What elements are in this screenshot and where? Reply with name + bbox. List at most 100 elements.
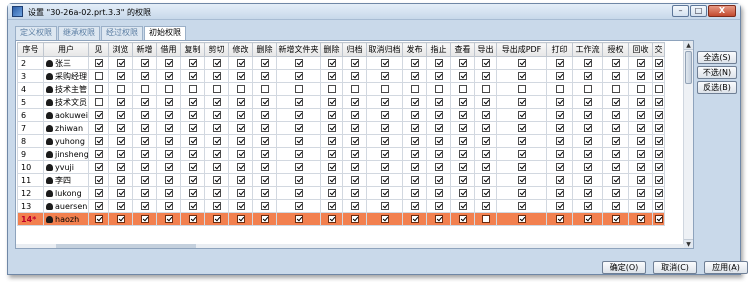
permission-checkbox[interactable] [164,59,173,67]
permission-checkbox[interactable] [94,202,103,210]
permission-checkbox[interactable] [458,85,467,93]
permission-checkbox[interactable] [260,124,269,132]
permission-checkbox[interactable] [583,150,592,158]
permission-checkbox[interactable] [294,202,303,210]
permission-checkbox[interactable] [236,137,245,145]
permission-checkbox[interactable] [555,189,564,197]
permission-checkbox[interactable] [188,98,197,106]
permission-checkbox[interactable] [188,72,197,80]
permission-checkbox[interactable] [94,85,103,93]
permission-checkbox[interactable] [410,163,419,171]
permission-checkbox[interactable] [458,72,467,80]
permission-checkbox[interactable] [188,202,197,210]
permission-checkbox[interactable] [434,72,443,80]
permission-checkbox[interactable] [164,163,173,171]
permission-checkbox[interactable] [611,85,620,93]
vertical-scroll-thumb[interactable] [685,51,692,84]
column-header[interactable]: 交 [652,42,665,57]
table-row[interactable]: 10 yvuji [17,160,665,174]
permission-checkbox[interactable] [188,59,197,67]
permission-checkbox[interactable] [327,72,336,80]
column-header[interactable]: 复制 [180,42,205,57]
permission-checkbox[interactable] [410,202,419,210]
permission-checkbox[interactable] [140,202,149,210]
permission-checkbox[interactable] [654,202,663,210]
tab-passed-permissions[interactable]: 经过权限 [101,26,143,40]
permission-checkbox[interactable] [434,59,443,67]
permission-checkbox[interactable] [636,215,645,223]
permission-checkbox[interactable] [94,98,103,106]
permission-checkbox[interactable] [555,85,564,93]
permission-checkbox[interactable] [116,85,125,93]
permission-checkbox[interactable] [188,85,197,93]
permission-checkbox[interactable] [555,111,564,119]
permission-checkbox[interactable] [164,111,173,119]
permission-checkbox[interactable] [481,59,490,67]
permission-checkbox[interactable] [583,98,592,106]
permission-checkbox[interactable] [188,150,197,158]
permission-checkbox[interactable] [164,189,173,197]
permission-checkbox[interactable] [611,59,620,67]
permission-checkbox[interactable] [458,137,467,145]
permission-checkbox[interactable] [636,137,645,145]
permission-checkbox[interactable] [611,98,620,106]
permission-checkbox[interactable] [517,202,526,210]
permission-checkbox[interactable] [654,111,663,119]
permission-checkbox[interactable] [212,124,221,132]
permission-checkbox[interactable] [458,215,467,223]
permission-checkbox[interactable] [327,111,336,119]
permission-checkbox[interactable] [294,137,303,145]
permission-checkbox[interactable] [583,189,592,197]
permission-checkbox[interactable] [654,85,663,93]
permission-checkbox[interactable] [236,111,245,119]
permission-checkbox[interactable] [458,176,467,184]
permission-checkbox[interactable] [350,124,359,132]
permission-checkbox[interactable] [260,189,269,197]
permission-checkbox[interactable] [260,98,269,106]
permission-checkbox[interactable] [236,85,245,93]
permission-checkbox[interactable] [555,124,564,132]
permission-checkbox[interactable] [555,150,564,158]
permission-checkbox[interactable] [94,72,103,80]
permission-checkbox[interactable] [164,202,173,210]
permission-checkbox[interactable] [327,189,336,197]
column-header[interactable]: 查看 [450,42,475,57]
permission-checkbox[interactable] [517,163,526,171]
permission-checkbox[interactable] [236,150,245,158]
permission-checkbox[interactable] [611,215,620,223]
permission-checkbox[interactable] [212,72,221,80]
permission-checkbox[interactable] [410,189,419,197]
permission-checkbox[interactable] [212,137,221,145]
permission-checkbox[interactable] [380,124,389,132]
permission-checkbox[interactable] [140,163,149,171]
permission-checkbox[interactable] [458,59,467,67]
permission-checkbox[interactable] [94,215,103,223]
permission-checkbox[interactable] [140,137,149,145]
permission-checkbox[interactable] [410,111,419,119]
permission-checkbox[interactable] [434,85,443,93]
permission-checkbox[interactable] [294,124,303,132]
permission-checkbox[interactable] [636,163,645,171]
permission-checkbox[interactable] [654,98,663,106]
permission-checkbox[interactable] [636,72,645,80]
permission-checkbox[interactable] [654,215,663,223]
permission-checkbox[interactable] [481,163,490,171]
permission-checkbox[interactable] [410,85,419,93]
permission-checkbox[interactable] [94,59,103,67]
permission-checkbox[interactable] [212,85,221,93]
permission-checkbox[interactable] [327,124,336,132]
permission-checkbox[interactable] [517,111,526,119]
permission-checkbox[interactable] [380,215,389,223]
permission-checkbox[interactable] [410,72,419,80]
permission-checkbox[interactable] [350,202,359,210]
permission-checkbox[interactable] [636,59,645,67]
table-row[interactable]: 13 auersen [17,199,665,213]
permission-checkbox[interactable] [517,137,526,145]
permission-checkbox[interactable] [434,150,443,158]
tab-initial-permissions[interactable]: 初始权限 [144,26,186,41]
column-header[interactable]: 导出 [474,42,497,57]
permission-checkbox[interactable] [140,72,149,80]
permission-checkbox[interactable] [555,202,564,210]
column-header[interactable]: 新增文件夹 [276,42,321,57]
permission-checkbox[interactable] [260,150,269,158]
